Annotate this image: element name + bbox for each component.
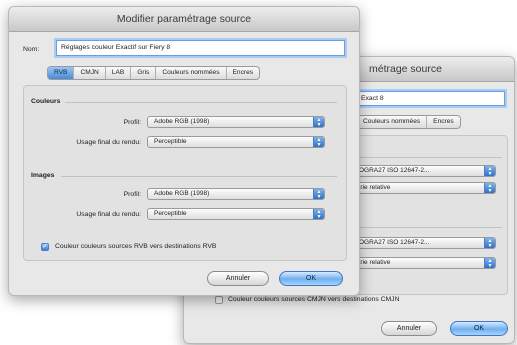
- chevron-updown-icon: ▲ ▼: [313, 209, 324, 219]
- back-dialog-title: métrage source: [369, 63, 442, 75]
- tab-gris[interactable]: Gris: [131, 67, 157, 79]
- color-space-tabbar: RVB CMJN LAB Gris Couleurs nommées Encre…: [47, 66, 261, 80]
- chevron-updown-icon: ▲ ▼: [313, 189, 324, 199]
- front-dialog-titlebar: Modifier paramétrage source: [9, 7, 359, 32]
- rvb-checkbox-label: Couleur couleurs sources RVB vers destin…: [55, 243, 217, 250]
- cancel-button[interactable]: Annuler: [207, 271, 269, 286]
- chevron-updown-icon: ▲ ▼: [313, 137, 324, 147]
- images-profile-label: Profil:: [123, 191, 141, 198]
- chevron-updown-icon: ▲ ▼: [484, 238, 495, 248]
- couleurs-profile-label: Profil:: [123, 119, 141, 126]
- back-profile-select-1[interactable]: FOGRA27 ISO 12647-2... ▲ ▼: [348, 165, 496, 177]
- back-tabbar: Couleurs nommées Encres: [356, 115, 461, 129]
- images-profile-select[interactable]: Adobe RGB (1998) ▲ ▼: [147, 188, 325, 200]
- ok-button[interactable]: OK: [279, 271, 343, 286]
- back-name-field[interactable]: Exact 8: [356, 91, 505, 106]
- name-label: Nom:: [23, 46, 40, 53]
- couleurs-divider: [65, 102, 337, 103]
- back-intent-select-1[interactable]: étrie relative ▲ ▼: [348, 182, 496, 194]
- back-cmjn-checkbox[interactable]: ✓: [215, 296, 223, 304]
- tab-cmjn[interactable]: CMJN: [74, 67, 106, 79]
- chevron-updown-icon: ▲ ▼: [484, 183, 495, 193]
- back-checkbox-label: Couleur couleurs sources CMJN vers desti…: [228, 296, 400, 303]
- back-tab-encres[interactable]: Encres: [427, 116, 460, 128]
- name-field[interactable]: Réglages couleur Exactif sur Fiery 8: [56, 40, 345, 56]
- rvb-conversion-checkbox[interactable]: ✓: [41, 243, 49, 251]
- tab-rvb[interactable]: RVB: [48, 67, 75, 79]
- tab-lab[interactable]: LAB: [106, 67, 132, 79]
- front-dialog: Modifier paramétrage source Nom: Réglage…: [8, 6, 360, 296]
- settings-panel: [23, 85, 347, 261]
- couleurs-intent-label: Usage final du rendu:: [76, 139, 141, 146]
- back-profile-select-2[interactable]: FOGRA27 ISO 12647-2... ▲ ▼: [348, 237, 496, 249]
- back-intent-select-2[interactable]: étrie relative ▲ ▼: [348, 257, 496, 269]
- back-ok-button[interactable]: OK: [450, 321, 508, 336]
- couleurs-intent-select[interactable]: Perceptible ▲ ▼: [147, 136, 325, 148]
- couleurs-profile-select[interactable]: Adobe RGB (1998) ▲ ▼: [147, 116, 325, 128]
- chevron-updown-icon: ▲ ▼: [484, 258, 495, 268]
- images-intent-label: Usage final du rendu:: [76, 211, 141, 218]
- tab-encres[interactable]: Encres: [227, 67, 260, 79]
- back-cancel-button[interactable]: Annuler: [381, 321, 437, 336]
- front-dialog-title: Modifier paramétrage source: [116, 13, 252, 25]
- tab-couleurs-nommees[interactable]: Couleurs nommées: [156, 67, 227, 79]
- images-section-label: Images: [31, 172, 55, 179]
- chevron-updown-icon: ▲ ▼: [484, 166, 495, 176]
- back-tab-couleurs-nommees[interactable]: Couleurs nommées: [357, 116, 428, 128]
- images-intent-select[interactable]: Perceptible ▲ ▼: [147, 208, 325, 220]
- chevron-updown-icon: ▲ ▼: [313, 117, 324, 127]
- images-divider: [61, 176, 337, 177]
- couleurs-section-label: Couleurs: [31, 98, 61, 105]
